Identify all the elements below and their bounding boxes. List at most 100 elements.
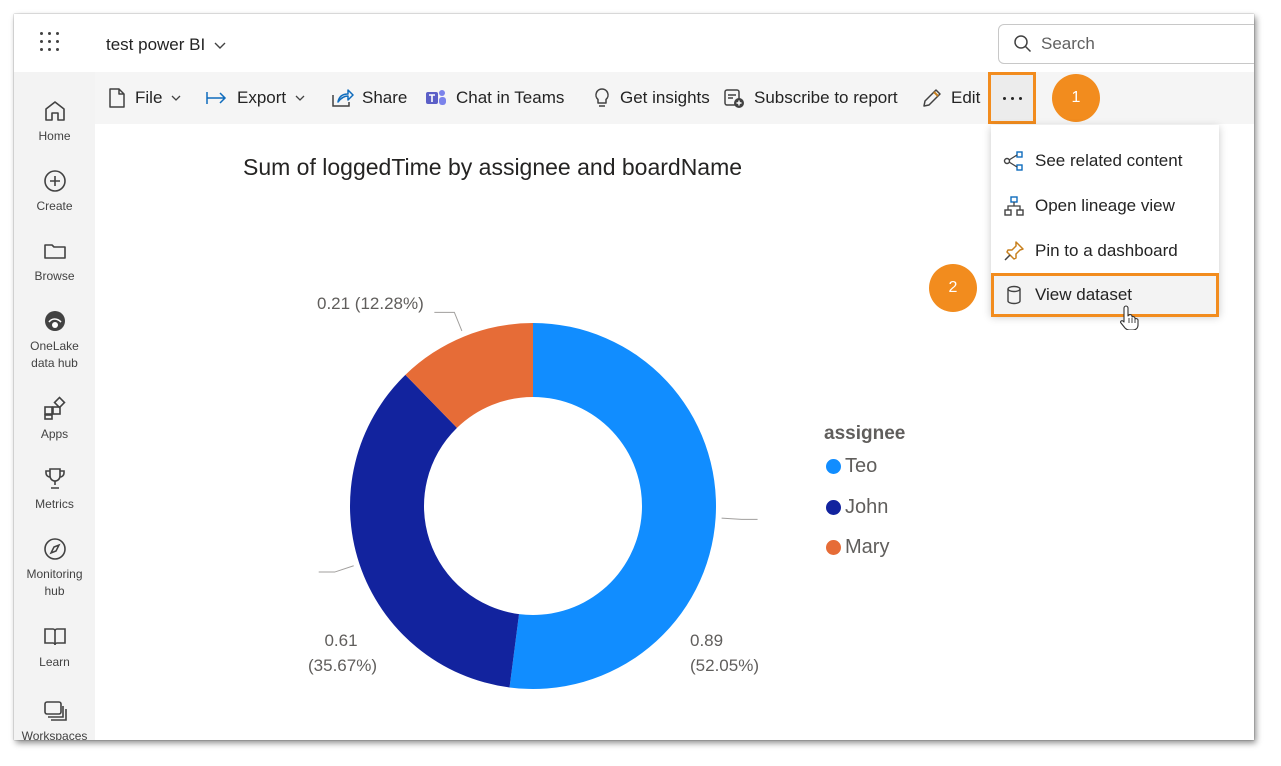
- subscribe-label: Subscribe to report: [754, 88, 898, 107]
- export-label: Export: [237, 88, 287, 107]
- home-icon: [44, 101, 65, 121]
- plus-circle-icon: [43, 170, 66, 192]
- more-options-icon: [1002, 96, 1022, 100]
- edit-label: Edit: [951, 88, 981, 107]
- legend-item-mary[interactable]: Mary: [826, 536, 889, 559]
- data-label-mary: 0.21 (12.28%): [317, 294, 424, 313]
- menu-label-see-related-content: See related content: [1035, 151, 1183, 170]
- share-button[interactable]: Share: [330, 85, 407, 111]
- export-arrow-icon: [206, 92, 227, 104]
- onelake-icon: [44, 311, 65, 331]
- app-launcher-icon[interactable]: [40, 32, 64, 56]
- more-options-menu: See related content Open lineage view Pi…: [991, 125, 1219, 317]
- nav-label-browse: Browse: [34, 269, 75, 283]
- edit-button[interactable]: Edit: [921, 85, 980, 111]
- leader-line-mary: [434, 311, 463, 332]
- file-icon: [109, 88, 125, 108]
- lineage-icon: [1004, 196, 1024, 216]
- workspace-title-label: test power BI: [106, 35, 206, 54]
- legend-dot-teo: [826, 459, 841, 474]
- get-insights-button[interactable]: Get insights: [592, 85, 710, 111]
- menu-label-view-dataset: View dataset: [1035, 285, 1133, 304]
- nav-item-workspaces[interactable]: Workspaces: [14, 698, 95, 740]
- nav-label-apps: Apps: [40, 427, 69, 441]
- leader-line-teo: [721, 517, 758, 520]
- share-label: Share: [362, 88, 408, 107]
- left-nav: Home Create Browse OneLake data hub Apps…: [14, 72, 95, 740]
- subscribe-to-report-button[interactable]: Subscribe to report: [722, 85, 898, 111]
- data-label-teo-percent: (52.05%): [690, 656, 759, 675]
- menu-item-open-lineage-view[interactable]: Open lineage view: [991, 184, 1219, 228]
- apps-icon: [43, 396, 66, 420]
- nav-item-learn[interactable]: Learn: [14, 624, 95, 671]
- nav-item-monitoring[interactable]: Monitoring hub: [14, 536, 95, 600]
- teams-icon: [426, 90, 446, 105]
- lightbulb-icon: [595, 88, 609, 107]
- nav-label-onelake: OneLake data hub: [30, 339, 79, 370]
- chevron-down-icon: [295, 95, 305, 101]
- legend-title: assignee: [824, 423, 906, 444]
- menu-label-pin-to-dashboard: Pin to a dashboard: [1035, 241, 1178, 260]
- power-bi-window: test power BI Home Create Browse OneLake…: [14, 14, 1254, 740]
- book-icon: [43, 628, 66, 646]
- chevron-down-icon: [171, 95, 181, 101]
- file-menu-button[interactable]: File: [107, 85, 182, 111]
- menu-label-open-lineage-view: Open lineage view: [1035, 196, 1175, 215]
- nav-label-learn: Learn: [39, 655, 70, 669]
- file-label: File: [135, 88, 163, 107]
- search-box[interactable]: [998, 24, 1254, 64]
- workspace-title[interactable]: test power BI: [106, 35, 227, 55]
- related-content-icon: [1003, 151, 1023, 171]
- share-icon: [332, 89, 354, 107]
- hand-cursor-icon: [1120, 305, 1139, 330]
- data-label-teo: 0.89 (52.05%): [690, 628, 759, 678]
- top-bar: test power BI: [14, 14, 1254, 72]
- nav-label-workspaces: Workspaces: [21, 729, 88, 740]
- nav-item-metrics[interactable]: Metrics: [14, 466, 95, 513]
- nav-label-create: Create: [36, 199, 73, 213]
- folder-icon: [43, 244, 66, 259]
- export-menu-button[interactable]: Export: [205, 85, 306, 111]
- pin-icon: [1004, 241, 1024, 261]
- subscribe-icon: [724, 89, 744, 108]
- menu-item-view-dataset[interactable]: View dataset: [991, 273, 1219, 317]
- menu-item-see-related-content[interactable]: See related content: [991, 139, 1219, 183]
- legend-dot-john: [826, 500, 841, 515]
- chat-in-teams-button[interactable]: Chat in Teams: [424, 85, 564, 111]
- legend-dot-mary: [826, 540, 841, 555]
- legend-label-mary: Mary: [845, 536, 890, 558]
- nav-item-home[interactable]: Home: [14, 98, 95, 145]
- leader-line-john: [318, 565, 354, 573]
- legend-item-teo[interactable]: Teo: [826, 455, 877, 478]
- nav-item-apps[interactable]: Apps: [14, 396, 95, 443]
- chat-in-teams-label: Chat in Teams: [456, 88, 565, 107]
- legend-item-john[interactable]: John: [826, 496, 888, 519]
- pencil-icon: [923, 89, 941, 107]
- legend-label-teo: Teo: [845, 455, 878, 477]
- step-badge-2: 2: [929, 264, 977, 312]
- workspaces-icon: [43, 701, 67, 721]
- nav-item-create[interactable]: Create: [14, 168, 95, 215]
- nav-item-browse[interactable]: Browse: [14, 238, 95, 285]
- dataset-icon: [1007, 285, 1021, 305]
- donut-slice-teo[interactable]: [509, 323, 717, 689]
- data-label-john: 0.61 (35.67%): [305, 628, 377, 678]
- chevron-down-icon: [214, 42, 226, 49]
- data-label-john-percent: (35.67%): [308, 656, 377, 675]
- nav-item-onelake[interactable]: OneLake data hub: [14, 308, 95, 372]
- step-badge-1: 1: [1052, 74, 1100, 122]
- compass-icon: [43, 538, 66, 560]
- chart-title: Sum of loggedTime by assignee and boardN…: [243, 154, 743, 180]
- search-input[interactable]: [1041, 34, 1241, 54]
- search-icon: [1014, 35, 1032, 53]
- donut-chart[interactable]: [214, 244, 774, 694]
- more-options-button[interactable]: [988, 72, 1036, 124]
- data-label-john-value: 0.61: [324, 631, 358, 650]
- trophy-icon: [44, 468, 65, 489]
- get-insights-label: Get insights: [620, 88, 710, 107]
- nav-label-monitoring: Monitoring hub: [26, 567, 83, 598]
- legend-label-john: John: [845, 496, 889, 518]
- nav-label-home: Home: [38, 129, 71, 143]
- menu-item-pin-to-dashboard[interactable]: Pin to a dashboard: [991, 229, 1219, 273]
- data-label-teo-value: 0.89: [690, 631, 724, 650]
